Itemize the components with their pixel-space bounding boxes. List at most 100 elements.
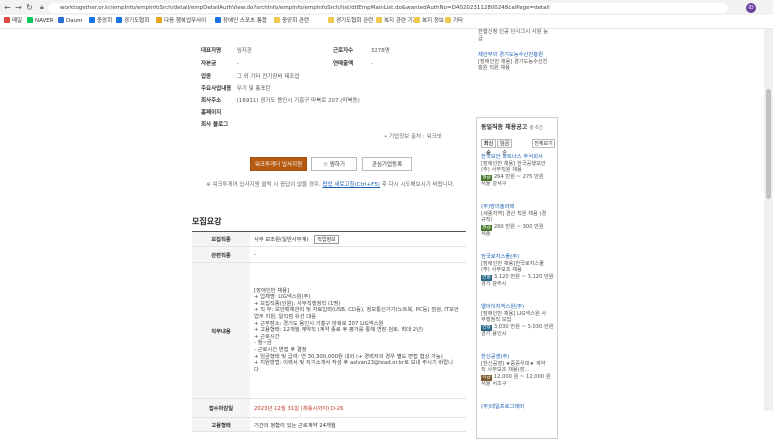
job-company-link[interactable]: (주)데일프로그래머: [481, 404, 555, 411]
row-value: 사무 보조원(일반사무계) 직업정보: [250, 231, 466, 247]
notice-suffix: 후 다시 시도해보시기 바랍니다.: [381, 182, 455, 188]
row-label: 고용형태: [192, 417, 250, 432]
job-pay: 월급 264 만원 ~ 275 만원: [481, 174, 555, 181]
bookmark-item[interactable]: 경기도협회 관련: [328, 17, 373, 26]
sidebar-top-desc: 흥원 직원 채용: [478, 65, 510, 71]
job-location: 서울 강서구: [481, 181, 507, 187]
duty-content: [장애인만 채용] + 업체명: LIG넥스원(주) + 모집직종(인원): 사무직…: [250, 262, 466, 399]
duty-line: 다: [254, 366, 259, 373]
favicon-icon: [58, 17, 64, 23]
bookmark-item[interactable]: 다음 행복업무사이: [156, 17, 206, 26]
job-value: 사무 보조원(일반사무계): [254, 236, 309, 243]
forward-icon[interactable]: →: [14, 3, 23, 12]
row-value: 기간의 정함이 있는 근로계약 24개월: [250, 417, 466, 432]
bookmark-item[interactable]: 중앙회 관련: [274, 17, 309, 26]
folder-icon: [376, 17, 382, 23]
folder-icon: [274, 17, 280, 23]
apply-button[interactable]: 워크투게더 입사지원: [250, 157, 307, 171]
job-pay: 시급 12,000 원 ~ 12,000 원: [481, 373, 555, 381]
favicon-icon: [156, 17, 162, 23]
table-row: 직무내용 [장애인만 채용] + 업체명: LIG넥스원(주) + 모집직종(인원)…: [192, 262, 466, 399]
job-location: 경기 용인시: [481, 331, 507, 337]
info-value: -: [236, 61, 239, 67]
bookmark-item[interactable]: Daum: [58, 17, 82, 26]
favicon-icon: [89, 17, 95, 23]
info-value: (16911) 경기도 용인시 기흥구 마북로 207 (마북동): [236, 98, 360, 104]
bookmark-item[interactable]: 경기도협회: [116, 17, 149, 26]
info-value: 임지관: [236, 48, 252, 54]
duty-line: - 근로시간 면접 후 결정: [254, 346, 307, 353]
profile-avatar[interactable]: ID: [746, 3, 756, 13]
info-row-homepage: 홈페이지: [201, 108, 231, 116]
row-label: 모집직종: [192, 231, 250, 247]
bookmark-label: 경기도협회 관련: [336, 18, 374, 24]
tab-latest[interactable]: 최신순: [481, 139, 496, 156]
job-card[interactable]: (주)데일프로그래머: [481, 404, 555, 411]
bookmark-item[interactable]: 복지 정보: [414, 17, 444, 26]
star-icon: ☆: [323, 162, 328, 168]
favicon-icon: [4, 17, 10, 23]
job-card[interactable]: 한신공영(주) [한신공영] ★중증우대★ 계약 직 사무보조 채용(장... 시급 1…: [481, 354, 555, 388]
bookmark-item[interactable]: NAVER: [27, 17, 54, 26]
similar-jobs-panel: 동일직종 채용공고 총 6건 최신순 임금순 전체보기 한국보안 파트너스 주식…: [476, 117, 558, 439]
bookmark-label: 메일: [12, 18, 23, 24]
address-bar[interactable]: worktogether.or.kr/empInfo/empInfoSrch/d…: [48, 3, 728, 13]
bookmark-item[interactable]: 기타: [445, 17, 463, 26]
info-label: 연매출액: [333, 61, 354, 67]
bookmarks-bar: 메일 NAVER Daum 중앙회 경기도협회 다음 행복업무사이 장애인 스포츠 통합 중앙…: [0, 15, 773, 29]
bookmark-item[interactable]: 중앙회: [89, 17, 112, 26]
bookmark-label: NAVER: [35, 18, 54, 24]
table-row: 관련직종 -: [192, 246, 466, 263]
job-location: 경기 광주시: [481, 281, 507, 287]
scrap-label: 찜하기: [329, 162, 345, 168]
sidebar-top-fragment: 한협신청 인공 단시그시 사원 능 급 제안부의 경기도농수산진흥원 [장애인만…: [478, 29, 548, 72]
scrap-button[interactable]: ☆ 찜하기: [311, 157, 357, 171]
job-card[interactable]: 엘아이지넥스원(주) [장애인만 채용] LIG넥스원 사 무행정직 모집 연봉 3,0…: [481, 304, 555, 338]
favicon-icon: [116, 17, 122, 23]
favicon-icon: [215, 17, 221, 23]
favicon-icon: [27, 17, 33, 23]
duty-line: + 근로시간: [254, 333, 280, 340]
back-icon[interactable]: ←: [3, 3, 12, 12]
bookmark-item[interactable]: 메일: [4, 17, 22, 26]
pay-value: 12,000 원 ~ 12,000 원: [493, 373, 551, 380]
reload-icon[interactable]: ↻: [25, 3, 34, 12]
job-card[interactable]: 한국로지스풀(주) [장애인만 채용]한국로지스풀 (주) 사무보조 채용 연봉 3,1…: [481, 254, 555, 288]
view-all-button[interactable]: 전체보기: [532, 139, 555, 148]
requirements-table: 모집직종 사무 보조원(일반사무계) 직업정보 관련직종 - 직무내용 [장애인…: [192, 231, 466, 432]
sidebar-top-link[interactable]: 제안부의 경기도농수산진흥원: [478, 52, 548, 59]
info-source: • 기업정보 출처 : 워크넷: [384, 134, 442, 140]
info-value: 무기 및 총포탄: [236, 86, 271, 92]
job-card[interactable]: (주)방이솔라텍 [세종지역] 경산 직원 채용 (경 규직) 월급 260 만원 ~ …: [481, 204, 555, 238]
interest-company-button[interactable]: 관심기업등록: [362, 157, 412, 171]
similar-jobs-title: 동일직종 채용공고 총 6건: [481, 122, 543, 131]
bookmark-item[interactable]: 장애인 스포츠 통합: [215, 17, 267, 26]
tab-salary[interactable]: 임금순: [497, 139, 512, 156]
bookmark-item[interactable]: 복지 관련 기관: [376, 17, 418, 26]
job-card[interactable]: 한국보안 파트너스 주식회사 [장애인만 채용] 한국공행보안 (주) 사무직원 채…: [481, 154, 555, 188]
sidebar-top-text: 한협신청 인공 단시그시 사원 능: [478, 29, 549, 35]
lock-icon[interactable]: 🔒︎: [40, 3, 44, 12]
info-label: 대표자명: [201, 48, 222, 54]
info-row-address: 회사주소 (16911) 경기도 용인시 기흥구 마북로 207 (마북동): [201, 96, 360, 104]
notice-prefix: ※ 워크투게어 입사지원 클릭 시 응답이 없을 경우,: [206, 182, 321, 188]
panel-count: 총 6건: [529, 126, 543, 131]
bookmark-label: 복지 관련 기관: [384, 18, 418, 24]
sidebar-top-text: 급: [478, 35, 483, 42]
bookmark-label: 경기도협회: [124, 18, 150, 24]
pay-value: 3,120 만원 ~ 3,120 만원: [493, 273, 554, 280]
scrollbar[interactable]: [764, 29, 773, 411]
info-row-business: 주요사업내용 무기 및 총포탄: [201, 84, 271, 92]
info-label: 근로자수: [333, 48, 354, 54]
pay-value: 3,030 만원 ~ 3,030 만원: [493, 323, 554, 330]
scrollbar-thumb[interactable]: [766, 89, 771, 199]
job-pay: 월급 260 만원 ~ 300 만원: [481, 224, 555, 231]
bookmark-label: 다음 행복업무사이: [164, 18, 207, 24]
folder-icon: [445, 17, 451, 23]
job-info-button[interactable]: 직업정보: [314, 234, 339, 244]
bookmark-label: 중앙회: [97, 18, 113, 24]
info-row-employees: 근로자수 3278명: [333, 46, 390, 54]
refresh-link[interactable]: 팝업 새로고침(Ctrl+F5): [323, 182, 380, 188]
bookmark-label: 기타: [453, 18, 464, 24]
info-label: 회사주소: [201, 98, 222, 104]
